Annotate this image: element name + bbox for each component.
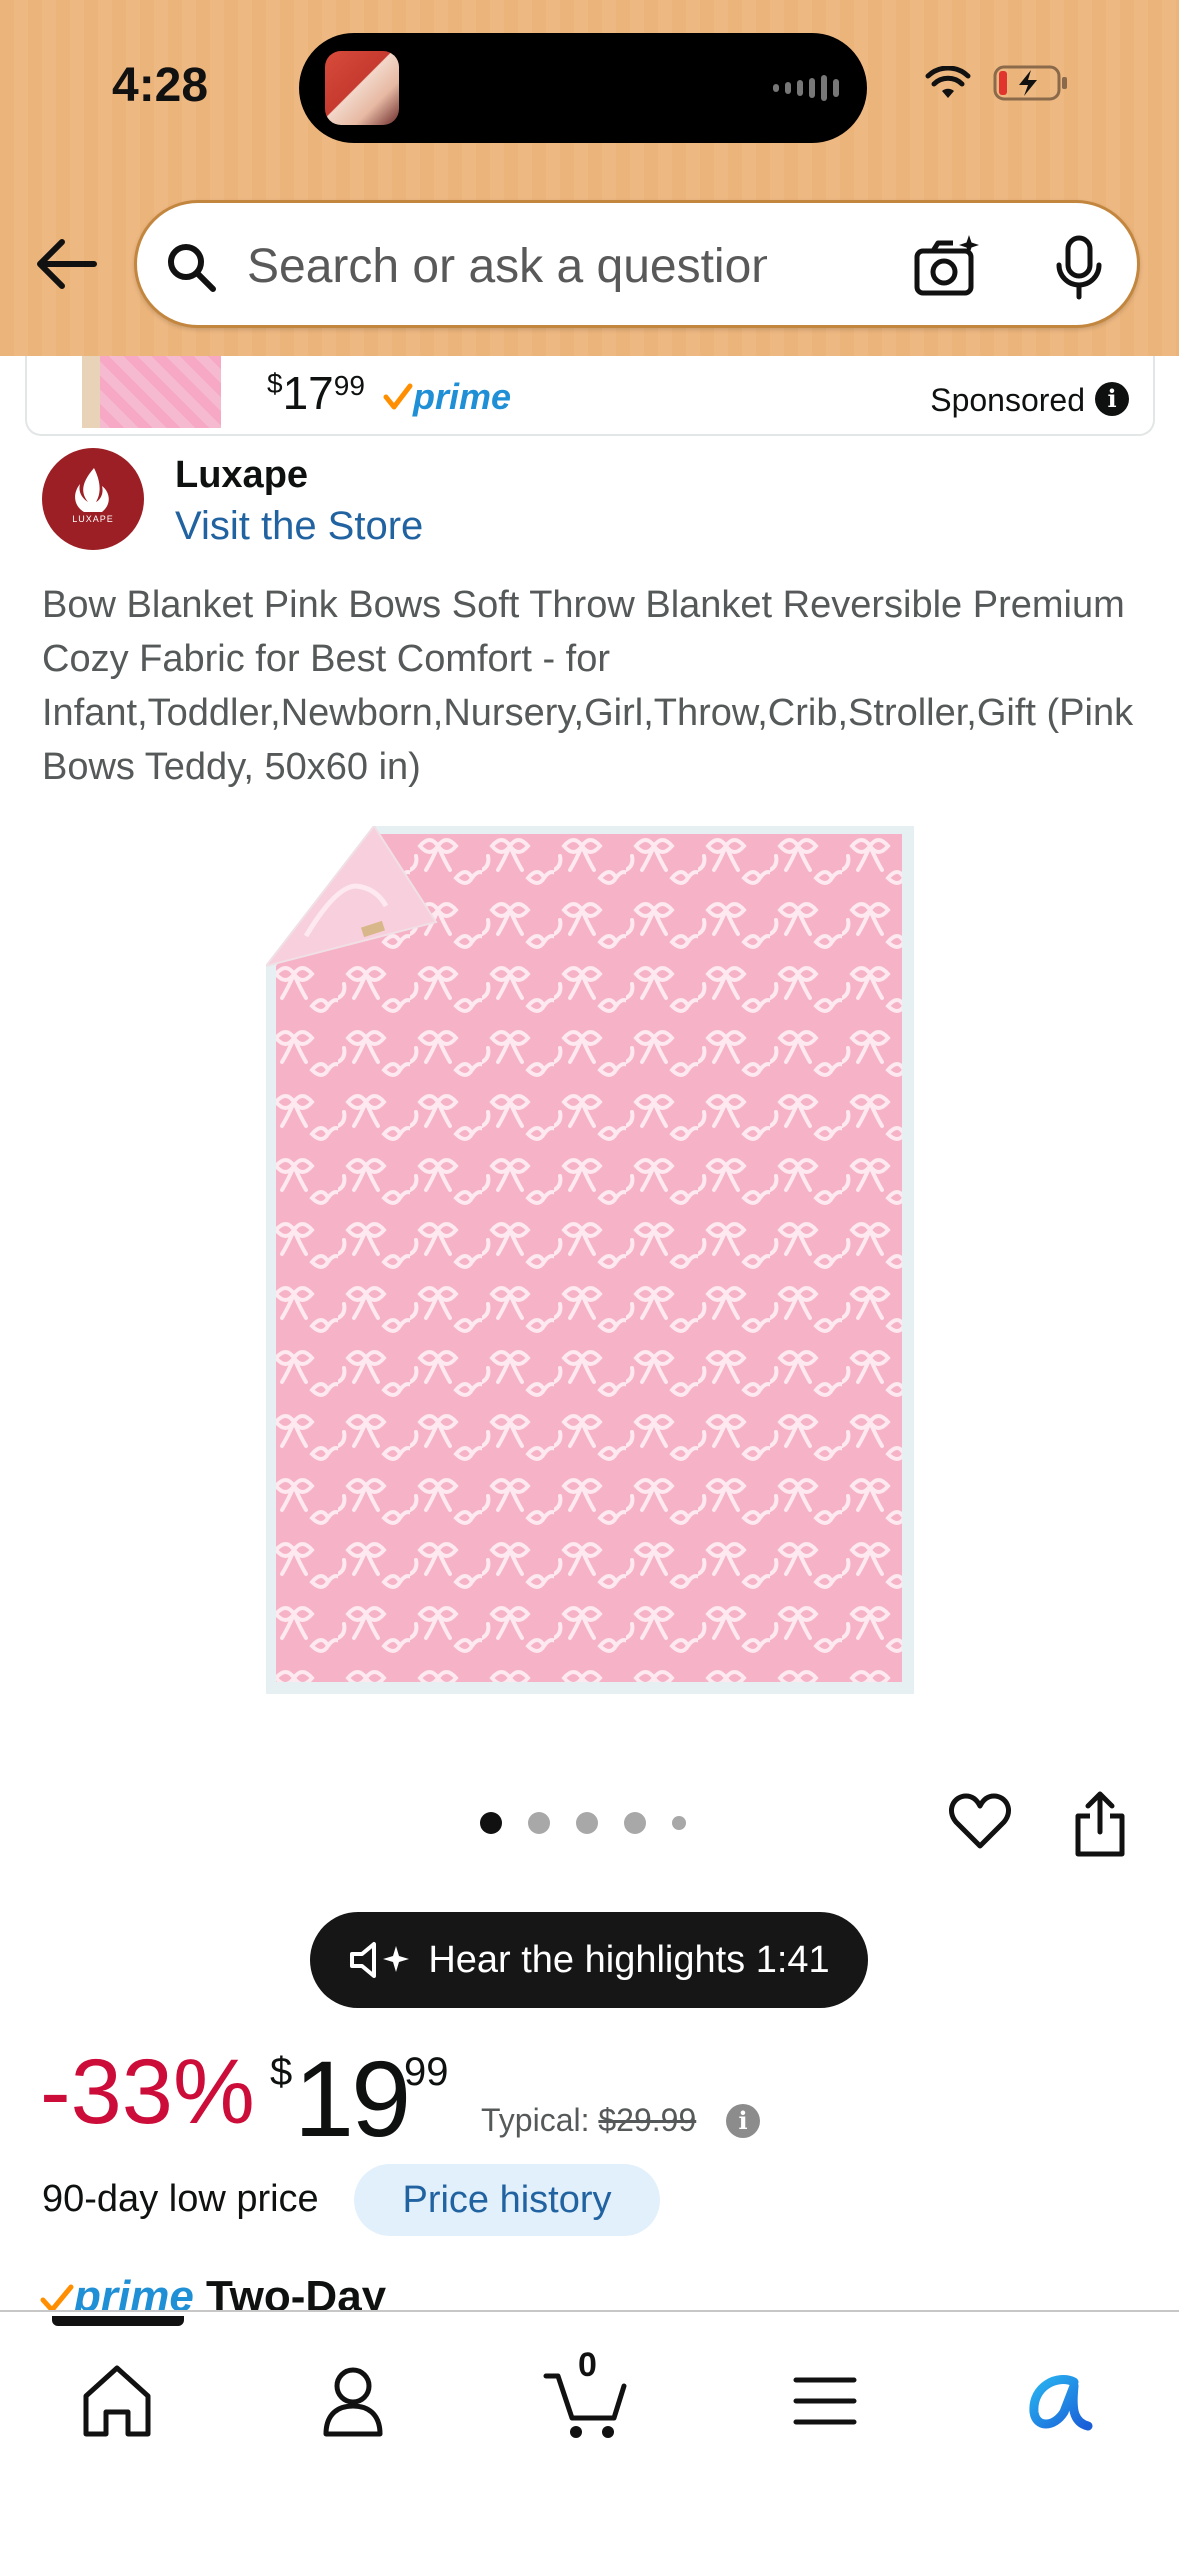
price-history-button[interactable]: Price history [354, 2164, 660, 2236]
prime-check-icon [383, 383, 413, 410]
hear-highlights-button[interactable]: Hear the highlights 1:41 [310, 1912, 868, 2008]
sponsored-label: Sponsored [930, 382, 1085, 418]
search-input[interactable] [247, 231, 767, 301]
camera-search-icon[interactable] [913, 233, 981, 299]
brand-name: Luxape [175, 454, 309, 496]
back-arrow-icon[interactable] [34, 236, 98, 292]
typical-price: Typical: $29.99 [481, 2102, 697, 2138]
search-icon [168, 244, 216, 292]
carousel-dot[interactable] [528, 1812, 550, 1834]
carousel-dot[interactable] [624, 1812, 646, 1834]
carousel-dot[interactable] [672, 1816, 686, 1830]
search-bar[interactable] [134, 200, 1140, 328]
product-title: Bow Blanket Pink Bows Soft Throw Blanket… [42, 584, 1134, 788]
home-icon[interactable] [72, 2356, 162, 2446]
status-time: 4:28 [112, 59, 209, 112]
cart-button[interactable]: 0 [542, 2346, 632, 2446]
prime-label: prime [413, 376, 512, 417]
sponsored-price: $1799 [267, 367, 365, 419]
prime-check-icon [40, 2284, 74, 2312]
carousel-dot-active[interactable] [480, 1812, 502, 1834]
speaker-sparkle-icon [350, 1942, 410, 1978]
active-tab-indicator [52, 2316, 184, 2326]
cart-count: 0 [578, 2346, 597, 2384]
product-image[interactable] [266, 826, 914, 1694]
app-header: 4:28 [0, 0, 1179, 356]
prime-badge: prime [383, 376, 511, 418]
low-price-label: 90-day low price [42, 2178, 319, 2220]
sponsored-product-card[interactable]: $1799 prime Sponsored i [25, 356, 1155, 436]
wifi-icon [925, 66, 971, 98]
sponsored-info-icon[interactable]: i [1095, 382, 1129, 416]
now-playing-artwork [325, 51, 399, 125]
search-row [0, 196, 1179, 336]
carousel-dot[interactable] [576, 1812, 598, 1834]
sponsored-product-thumbnail[interactable] [82, 356, 221, 428]
battery-icon [993, 65, 1067, 101]
image-carousel-dots[interactable] [480, 1812, 686, 1834]
prime-delivery-label: prime Two-Day [40, 2272, 840, 2312]
visit-store-link[interactable]: Visit the Store [175, 504, 423, 549]
menu-icon[interactable] [780, 2356, 870, 2446]
brand-logo-text: LUXAPE [72, 514, 114, 524]
account-icon[interactable] [308, 2356, 398, 2446]
brand-logo[interactable]: LUXAPE [42, 448, 144, 550]
hear-highlights-label: Hear the highlights 1:41 [428, 1938, 830, 1981]
rufus-assistant-icon[interactable] [1014, 2356, 1104, 2446]
microphone-icon[interactable] [1051, 235, 1107, 301]
audio-waveform-icon [773, 73, 839, 103]
discount-percent: -33% [40, 2041, 255, 2143]
flame-logo-icon [75, 468, 109, 512]
dynamic-island[interactable] [299, 33, 867, 143]
typical-price-info-icon[interactable]: i [726, 2104, 760, 2138]
heart-icon[interactable] [948, 1792, 1012, 1852]
bottom-navigation: 0 [0, 2310, 1179, 2556]
status-icons [925, 64, 1069, 102]
share-icon[interactable] [1072, 1790, 1128, 1858]
